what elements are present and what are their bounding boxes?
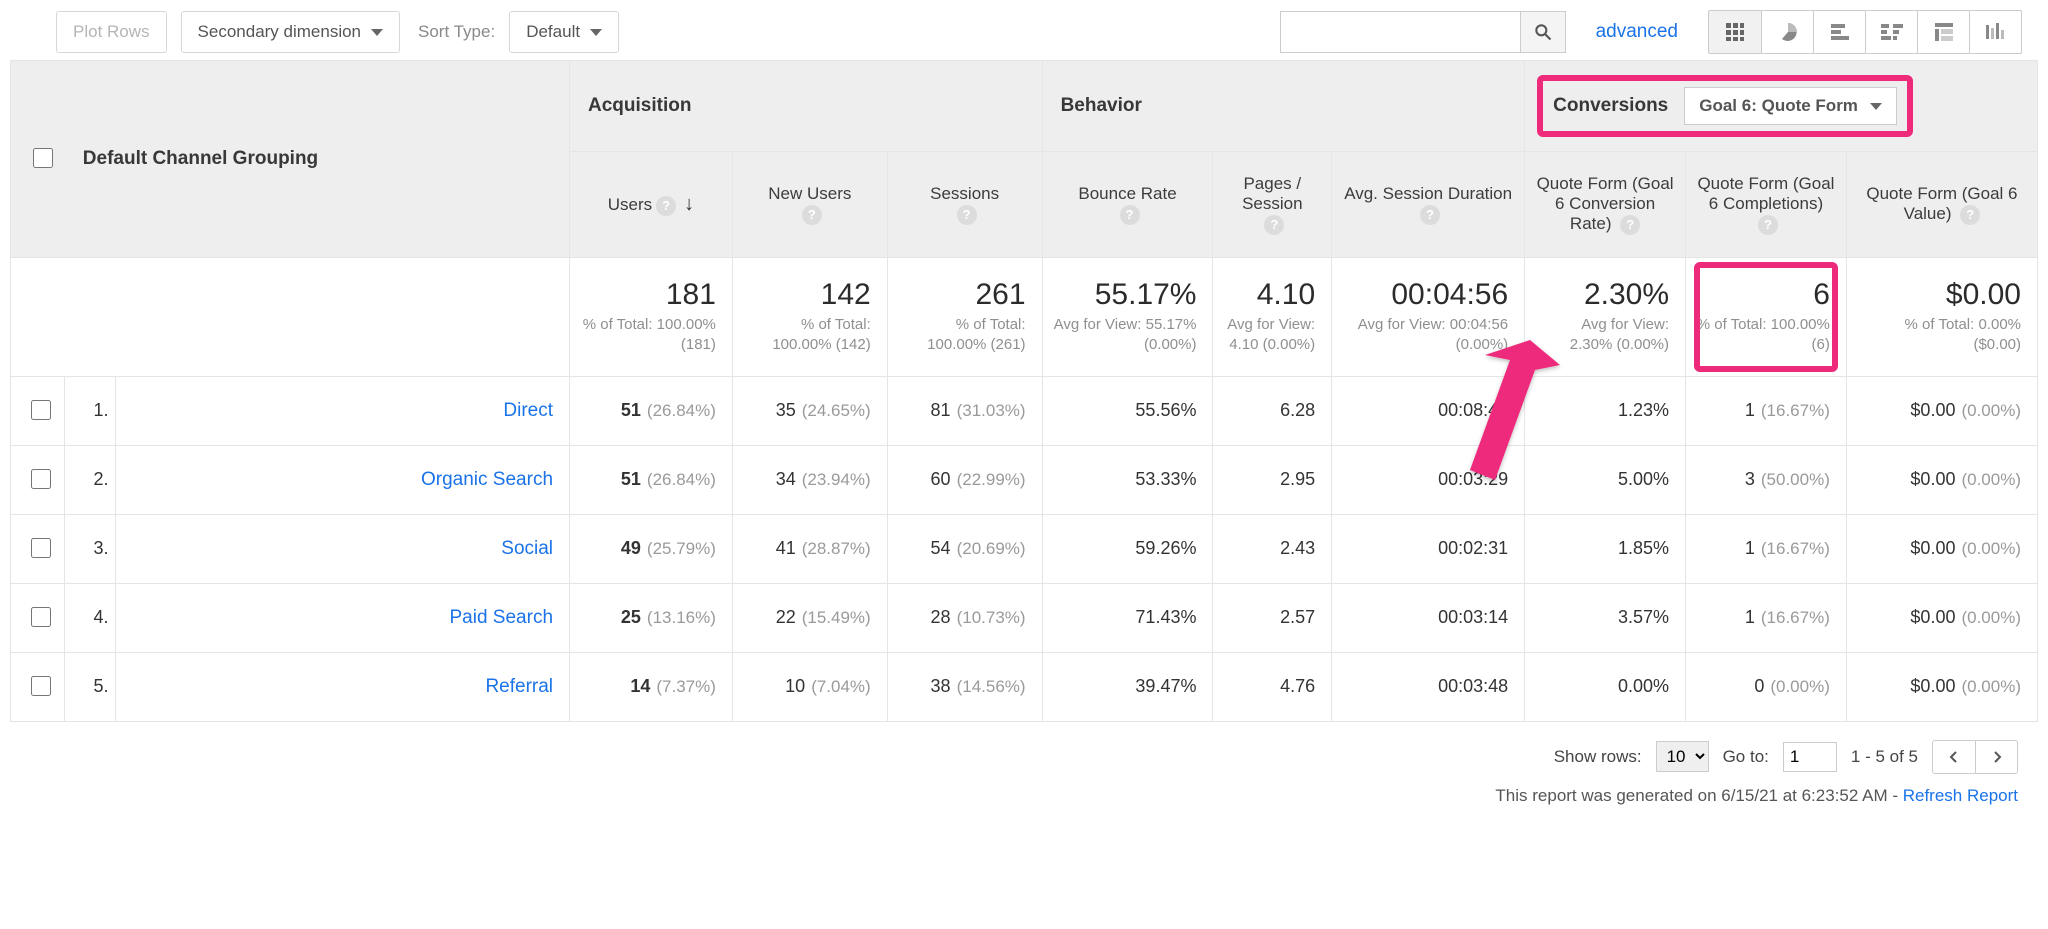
col-goal-val[interactable]: Quote Form (Goal 6 Value) ? — [1846, 152, 2037, 258]
report-table: Default Channel Grouping Acquisition Beh… — [10, 60, 2038, 722]
view-pivot-button[interactable] — [1917, 11, 1969, 53]
group-behavior: Behavior — [1042, 61, 1525, 152]
view-pie-button[interactable] — [1761, 11, 1813, 53]
dimension-link[interactable]: Direct — [503, 400, 553, 421]
prev-page-button[interactable] — [1933, 741, 1975, 773]
goto-input[interactable] — [1783, 742, 1837, 772]
show-rows-select[interactable]: 10 — [1656, 741, 1709, 772]
chevron-down-icon — [371, 29, 383, 36]
col-goal-rate[interactable]: Quote Form (Goal 6 Conversion Rate) ? — [1525, 152, 1686, 258]
secondary-dimension-label: Secondary dimension — [198, 22, 361, 42]
pivot-icon — [1934, 22, 1954, 42]
view-bar-button[interactable] — [1813, 11, 1865, 53]
col-users[interactable]: Users?↓ — [570, 152, 733, 258]
conversions-label: Conversions — [1553, 95, 1668, 117]
sort-type-select[interactable]: Default — [509, 11, 619, 53]
col-goal-comp[interactable]: Quote Form (Goal 6 Completions)? — [1686, 152, 1847, 258]
bar-icon — [1830, 22, 1850, 42]
view-mode-toggle — [1708, 10, 2022, 54]
search-input[interactable] — [1280, 11, 1520, 53]
table-icon — [1725, 22, 1745, 42]
refresh-report-link[interactable]: Refresh Report — [1903, 786, 2018, 805]
help-icon[interactable]: ? — [1120, 205, 1140, 225]
table-row: 3. Social 49(25.79%) 41(28.87%) 54(20.69… — [11, 514, 2038, 583]
table-toolbar: Plot Rows Secondary dimension Sort Type:… — [10, 0, 2038, 60]
help-icon[interactable]: ? — [1620, 215, 1640, 235]
goto-label: Go to: — [1723, 747, 1769, 767]
group-conversions: Conversions Goal 6: Quote Form — [1525, 61, 2038, 152]
chevron-down-icon — [590, 29, 602, 36]
goal-select[interactable]: Goal 6: Quote Form — [1684, 87, 1897, 125]
help-icon[interactable]: ? — [957, 205, 977, 225]
pager — [1932, 740, 2018, 774]
sort-type-value: Default — [526, 22, 580, 42]
table-row: 5. Referral 14(7.37%) 10(7.04%) 38(14.56… — [11, 652, 2038, 721]
pie-icon — [1778, 22, 1798, 42]
col-avg-dur[interactable]: Avg. Session Duration? — [1332, 152, 1525, 258]
totals-row: 181% of Total: 100.00% (181) 142% of Tot… — [11, 258, 2038, 377]
row-checkbox[interactable] — [31, 469, 51, 489]
row-checkbox[interactable] — [31, 400, 51, 420]
row-range: 1 - 5 of 5 — [1851, 747, 1918, 767]
table-row: 2. Organic Search 51(26.84%) 34(23.94%) … — [11, 445, 2038, 514]
help-icon[interactable]: ? — [1420, 205, 1440, 225]
search-icon — [1533, 22, 1553, 42]
chevron-left-icon — [1948, 751, 1960, 763]
columns-icon — [1985, 22, 2007, 42]
col-bounce[interactable]: Bounce Rate? — [1042, 152, 1213, 258]
group-acquisition: Acquisition — [570, 61, 1043, 152]
sort-desc-icon: ↓ — [684, 193, 694, 215]
view-table-button[interactable] — [1709, 11, 1761, 53]
help-icon[interactable]: ? — [1960, 205, 1980, 225]
secondary-dimension-select[interactable]: Secondary dimension — [181, 11, 400, 53]
sort-type-label: Sort Type: — [418, 22, 495, 42]
next-page-button[interactable] — [1975, 741, 2017, 773]
table-footer: Show rows: 10 Go to: 1 - 5 of 5 — [10, 722, 2038, 780]
dimension-link[interactable]: Organic Search — [421, 469, 553, 490]
help-icon[interactable]: ? — [656, 196, 676, 216]
row-checkbox[interactable] — [31, 538, 51, 558]
row-checkbox[interactable] — [31, 607, 51, 627]
col-new-users[interactable]: New Users? — [732, 152, 887, 258]
chevron-right-icon — [1991, 751, 2003, 763]
advanced-link[interactable]: advanced — [1596, 21, 1678, 43]
dimension-link[interactable]: Social — [501, 538, 553, 559]
help-icon[interactable]: ? — [1264, 215, 1284, 235]
row-checkbox[interactable] — [31, 676, 51, 696]
comparison-icon — [1881, 22, 1903, 42]
view-comparison-button[interactable] — [1865, 11, 1917, 53]
plot-rows-button[interactable]: Plot Rows — [56, 11, 167, 53]
table-search — [1280, 11, 1566, 53]
view-cloud-button[interactable] — [1969, 11, 2021, 53]
help-icon[interactable]: ? — [802, 205, 822, 225]
select-all-checkbox[interactable] — [33, 148, 53, 168]
help-icon[interactable]: ? — [1758, 215, 1778, 235]
show-rows-label: Show rows: — [1554, 747, 1642, 767]
primary-dimension-header[interactable]: Default Channel Grouping — [65, 61, 570, 258]
chevron-down-icon — [1870, 103, 1882, 110]
table-row: 1. Direct 51(26.84%) 35(24.65%) 81(31.03… — [11, 376, 2038, 445]
search-button[interactable] — [1520, 11, 1566, 53]
goal-select-value: Goal 6: Quote Form — [1699, 96, 1858, 116]
dimension-link[interactable]: Paid Search — [450, 607, 554, 628]
col-sessions[interactable]: Sessions? — [887, 152, 1042, 258]
table-row: 4. Paid Search 25(13.16%) 22(15.49%) 28(… — [11, 583, 2038, 652]
col-pages[interactable]: Pages / Session? — [1213, 152, 1332, 258]
generated-text: This report was generated on 6/15/21 at … — [10, 780, 2038, 816]
dimension-link[interactable]: Referral — [485, 676, 553, 697]
